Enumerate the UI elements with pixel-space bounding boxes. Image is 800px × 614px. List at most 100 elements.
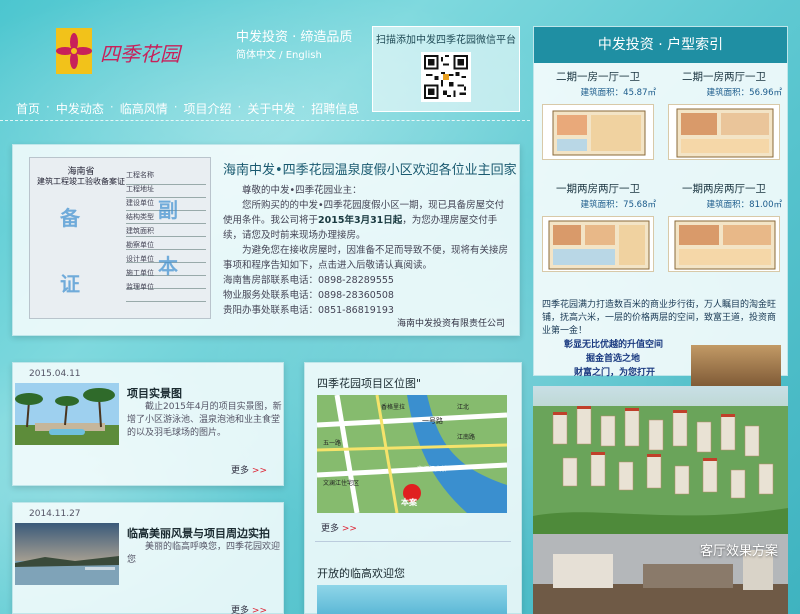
nav-news[interactable]: 中发动态 [50,100,110,117]
promo-highlight: 财富之门，为您打开 [574,368,656,378]
unit-index-header: 中发投资 · 户型索引 [534,27,787,63]
map-label: 文澜江住宅区 [323,479,359,487]
location-map[interactable]: 一号路 文澜江住宅区 文澜江大桥 本案 五一路 江南路 江北 香格里拉 [317,395,507,513]
unit-item[interactable]: 一期两房两厅一卫 建筑面积：81.00㎡ [662,177,786,272]
nav-lingao[interactable]: 临高风情 [114,100,174,117]
notice-body: 尊敬的中发•四季花园业主： 您所购买的的中发•四季花园度假小区一期，现已具备房屋… [223,183,513,318]
divider [315,541,511,542]
living-room-image[interactable]: 客厅效果方案 [533,534,788,614]
promo-text: 四季花园满力打造数百米的商业步行街，万人瞩目的淘金旺铺，抚高六米，一层的价格两层… [542,300,777,336]
nav-separator: · [173,100,178,114]
map-label: 江南路 [457,433,475,441]
cert-row-label: 监理单位 [126,283,154,291]
language-switcher: 简体中文 / English [236,46,322,61]
more-link[interactable]: 更多 >> [321,521,505,534]
arrow-icon: >> [341,524,357,534]
map-label: 文澜江大桥 [417,465,447,473]
news-summary: 美丽的临高呼唤您，四季花园欢迎您 [127,542,281,565]
aerial-render-image[interactable] [533,386,788,534]
nav-jobs[interactable]: 招聘信息 [305,100,365,117]
slogan: 中发投资 · 缔造品质 [236,30,353,45]
news-summary: 截止2015年4月的项目实景图，新增了小区游泳池、温泉泡池和业主食堂的以及羽毛球… [127,402,282,438]
cert-row-label: 建设单位 [126,199,154,207]
news-thumbnail[interactable] [15,523,119,585]
unit-item[interactable]: 一期两房两厅一卫 建筑面积：75.68㎡ [536,177,660,272]
lang-en-link[interactable]: English [286,50,322,61]
notice-greeting: 尊敬的中发•四季花园业主： [242,185,362,196]
news-card: 2014.11.27 临高美丽风景与项目周边实拍 美丽的临高呼唤您，四季花园欢迎… [12,502,284,614]
more-link[interactable]: 更多 >> [231,463,267,476]
cert-row-label: 建筑面积 [126,227,154,235]
arrow-icon: >> [251,466,267,476]
news-date: 2014.11.27 [29,509,81,519]
unit-item[interactable]: 二期一房一厅一卫 建筑面积：45.87㎡ [536,65,660,160]
map-label: 本案 [400,497,418,507]
nav-separator: · [301,100,306,114]
map-label: 香格里拉 [381,403,405,411]
phone-sales: 海南售房部联系电话：0898-28289555 [223,275,394,286]
lang-cn-link[interactable]: 简体中文 [236,50,276,61]
cert-mark: 备 [60,206,80,230]
cert-mark: 本 [158,254,178,278]
cert-row-label: 施工单位 [126,269,154,277]
unit-name: 一期两房两厅一卫 [556,183,640,195]
location-title[interactable]: 四季花园项目区位图" [317,375,421,391]
nav-separator: · [237,100,242,114]
logo[interactable]: 四季花园 [56,24,186,80]
certificate-image[interactable]: 海南省 建筑工程竣工验收备案证 工程名称 工程地址 建设单位 结构类型 建筑面积… [29,157,211,319]
qr-caption: 扫描添加中发四季花园微信平台 [376,35,516,46]
commercial-promo[interactable]: 四季花园满力打造数百米的商业步行街，万人瞩目的淘金旺铺，抚高六米，一层的价格两层… [534,295,789,397]
notice-para1: 您所购买的的中发•四季花园度假小区一期，现已具备房屋交付使用条件。我公司将于20… [223,200,505,241]
map-label: 五一路 [323,439,341,447]
nav-project[interactable]: 项目介绍 [178,100,238,117]
map-label: 江北 [457,403,469,411]
unit-area: 建筑面积：75.68㎡ [580,200,656,210]
lang-separator: / [276,50,286,61]
handover-date: 2015年3月31日起 [318,215,403,226]
floorplan-image [542,104,654,160]
notice-panel: 海南省 建筑工程竣工验收备案证 工程名称 工程地址 建设单位 结构类型 建筑面积… [12,144,520,336]
news-title[interactable]: 项目实景图 [127,385,182,401]
floorplan-image [668,104,780,160]
logo-text: 四季花园 [100,42,180,66]
lingao-image[interactable] [317,585,507,614]
notice-title[interactable]: 海南中发•四季花园温泉度假小区欢迎各位业主回家 [223,159,517,178]
wechat-qr-box: 扫描添加中发四季花园微信平台 [372,26,520,112]
notice-signature: 海南中发投资有限责任公司 [396,319,505,329]
news-date: 2015.04.11 [29,369,81,379]
lingao-welcome-title[interactable]: 开放的临高欢迎您 [317,565,405,581]
unit-item[interactable]: 二期一房两厅一卫 建筑面积：56.96㎡ [662,65,786,160]
arrow-icon: >> [251,606,267,614]
more-link[interactable]: 更多 >> [231,603,267,614]
nav-separator: · [109,100,114,114]
nav-divider [0,120,530,121]
phone-property: 物业服务处联系电话：0898-28360508 [223,290,394,301]
promo-highlight: 掘金首选之地 [586,354,641,364]
unit-area: 建筑面积：45.87㎡ [580,88,656,98]
location-card: 四季花园项目区位图" 一号路 文澜江住宅区 文澜江大桥 本案 五一路 江南路 江… [304,362,522,614]
promo-highlight: 彰显无比优越的升值空间 [564,340,664,350]
unit-name: 一期两房两厅一卫 [682,183,766,195]
cert-row-label: 设计单位 [126,255,154,263]
news-thumbnail[interactable] [15,383,119,445]
map-label: 一号路 [422,416,443,425]
nav-home[interactable]: 首页 [10,100,46,117]
unit-name: 二期一房两厅一卫 [682,71,766,83]
main-nav: 首页 · 中发动态 · 临高风情 · 项目介绍 · 关于中发 · 招聘信息 [10,100,365,117]
living-room-label: 客厅效果方案 [699,544,778,559]
cert-mark: 副 [158,198,178,222]
news-card: 2015.04.11 项目实景图 截止2015年4月的项目实景图，新增了小区游泳… [12,362,284,486]
unit-name: 二期一房一厅一卫 [556,71,640,83]
unit-area: 建筑面积：81.00㎡ [706,200,782,210]
floorplan-image [668,216,780,272]
news-title[interactable]: 临高美丽风景与项目周边实拍 [127,525,270,541]
unit-index-panel: 中发投资 · 户型索引 二期一房一厅一卫 建筑面积：45.87㎡ 二期一房两厅一… [533,26,789,397]
nav-separator: · [46,100,50,114]
cert-row-label: 工程地址 [126,185,154,193]
notice-para2: 为避免您在接收房屋时，因准备不足而导致不便，现将有关接房事项和程序告知如下，点击… [223,245,509,271]
unit-area: 建筑面积：56.96㎡ [706,88,782,98]
cert-row-label: 结构类型 [126,213,154,221]
nav-about[interactable]: 关于中发 [241,100,301,117]
cert-row-label: 勘察单位 [126,241,154,249]
floorplan-image [542,216,654,272]
